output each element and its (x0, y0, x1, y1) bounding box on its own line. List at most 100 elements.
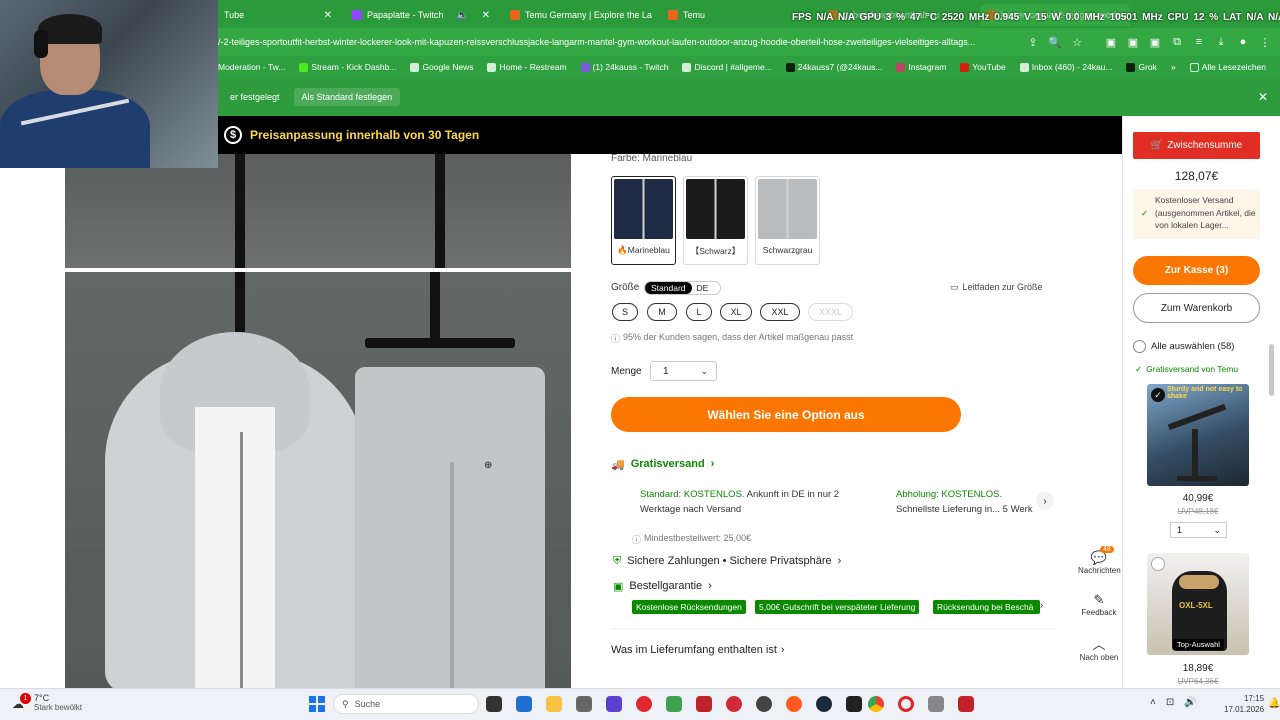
cart-item-qty-select[interactable]: 1 ⌄ (1170, 522, 1227, 538)
epic-games-icon[interactable] (846, 696, 862, 712)
windows-start-icon[interactable] (309, 696, 325, 712)
size-standard-tab[interactable]: Standard (645, 282, 692, 294)
checkout-button[interactable]: Zur Kasse (3) (1133, 256, 1260, 285)
chevron-right-icon: › (708, 580, 712, 592)
file-explorer-icon[interactable] (546, 696, 562, 712)
size-xxl[interactable]: XXL (760, 303, 800, 321)
package-contents-link[interactable]: Was im Lieferumfang enthalten ist › (611, 644, 785, 656)
checked-icon[interactable]: ✓ (1151, 388, 1165, 402)
chrome-icon[interactable] (868, 696, 884, 712)
app-icon[interactable] (516, 696, 532, 712)
cart-item-image[interactable]: ✓ Sturdy and not easy to shake (1147, 384, 1249, 486)
extension-icon[interactable]: ▣ (1148, 35, 1162, 49)
app-icon[interactable] (696, 696, 712, 712)
bookmark-item[interactable]: 24kauss7 (@24kaus... (785, 62, 882, 72)
puzzle-icon[interactable]: ⧉ (1170, 35, 1184, 49)
bookmark-item[interactable]: Instagram (896, 62, 946, 72)
subtotal-button[interactable]: 🛒 Zwischensumme (1133, 132, 1260, 159)
bookmark-star-icon[interactable]: ☆ (1070, 35, 1084, 49)
app-icon[interactable] (786, 696, 802, 712)
size-s[interactable]: S (612, 303, 638, 321)
task-view-icon[interactable] (486, 696, 502, 712)
bookmark-item[interactable]: (1) 24kauss - Twitch (580, 62, 668, 72)
obs-icon[interactable] (756, 696, 772, 712)
product-image-top[interactable] (65, 154, 571, 268)
profile-icon[interactable]: ● (1236, 35, 1250, 49)
chat-icon: 💬 48 (1078, 546, 1120, 566)
view-cart-button[interactable]: Zum Warenkorb (1133, 293, 1260, 323)
playlist-icon[interactable]: ≡ (1192, 35, 1206, 49)
share-icon[interactable]: ⇪ (1026, 35, 1040, 49)
bookmark-item[interactable]: Google News (410, 62, 473, 72)
system-tray[interactable]: ˄ ⊡ 🔊 (1150, 697, 1197, 708)
feedback-button[interactable]: ✎ Feedback (1078, 592, 1120, 617)
color-option-marineblau[interactable]: 🔥Marineblau (611, 176, 676, 265)
size-m[interactable]: M (647, 303, 677, 321)
download-icon[interactable]: ⤓ (1214, 35, 1228, 49)
volume-icon[interactable]: 🔊 (1184, 697, 1196, 708)
all-bookmarks[interactable]: Alle Lesezeichen (1189, 62, 1266, 72)
close-tab-icon[interactable]: ✕ (482, 10, 490, 21)
size-l[interactable]: L (686, 303, 712, 321)
order-guarantee-link[interactable]: ▣ Bestellgarantie › (613, 580, 712, 593)
cart-item-image[interactable]: OXL-5XL Top-Auswahl (1147, 553, 1249, 655)
bookmark-item[interactable]: Moderation - Tw... (218, 62, 285, 72)
menu-icon[interactable]: ⋮ (1258, 35, 1272, 49)
size-xl[interactable]: XL (720, 303, 752, 321)
chevron-up-icon[interactable]: ˄ (1150, 697, 1156, 708)
size-system-toggle[interactable]: Standard DE (644, 281, 721, 295)
extension-icon[interactable]: ▣ (1104, 35, 1118, 49)
tab-temu[interactable]: Temu (662, 4, 782, 26)
bookmark-item[interactable]: Home - Restream (487, 62, 567, 72)
messages-button[interactable]: 💬 48 Nachrichten (1078, 546, 1121, 575)
mute-icon[interactable]: 🔈 (456, 10, 468, 21)
close-tab-icon[interactable]: ✕ (324, 10, 332, 21)
weather-widget[interactable]: 1 ☁ 7°C Stark bewölkt (12, 693, 82, 713)
color-label: Farbe: Marineblau (611, 153, 693, 164)
steam-icon[interactable] (816, 696, 832, 712)
color-option-schwarzgrau[interactable]: Schwarzgrau (755, 176, 820, 265)
clock[interactable]: 17:15 17.01.2026 (1224, 693, 1264, 715)
app-icon[interactable] (666, 696, 682, 712)
color-option-schwarz[interactable]: 【Schwarz】 (683, 176, 748, 265)
size-guide-link[interactable]: ▭ Leitfaden zur Größe (950, 282, 1043, 293)
app-icon[interactable] (726, 696, 742, 712)
tab-temu-germany[interactable]: Temu Germany | Explore the La✕ (504, 4, 654, 26)
bookmark-item[interactable]: Inbox (460) - 24kau... (1019, 62, 1112, 72)
settings-icon[interactable] (928, 696, 944, 712)
chevron-right-icon[interactable]: › (1036, 492, 1054, 510)
free-shipping-link[interactable]: 🚚 Gratisversand › (611, 458, 714, 471)
app-icon[interactable] (958, 696, 974, 712)
back-to-top-button[interactable]: ︿ Nach oben (1078, 634, 1120, 662)
secure-payment-link[interactable]: ⛨ Sichere Zahlungen • Sichere Privatsphär… (613, 555, 841, 568)
size-de-tab[interactable]: DE (692, 282, 714, 294)
url-field[interactable]: /-2-teiliges-sportoutfit-herbst-winter-l… (218, 37, 1018, 47)
zoom-icon[interactable]: 🔍 (1048, 35, 1062, 49)
tab-youtube[interactable]: Tube ✕ (218, 4, 338, 26)
bookmark-item[interactable]: Discord | #allgeme... (682, 62, 772, 72)
product-image-main[interactable] (65, 272, 571, 688)
select-all-checkbox[interactable]: Alle auswählen (58) (1133, 340, 1234, 353)
taskbar-search[interactable]: ⚲ Suche (333, 694, 479, 714)
notifications-icon[interactable]: 🔔 (1268, 698, 1280, 709)
extension-icon[interactable]: ▣ (1126, 35, 1140, 49)
select-option-button[interactable]: Wählen Sie eine Option aus (611, 397, 961, 432)
guarantee-icon: ▣ (613, 581, 624, 593)
sidebar-scrollbar[interactable] (1269, 344, 1274, 396)
bookmark-item[interactable]: Grok (1126, 62, 1157, 72)
close-icon[interactable]: ✕ (1258, 90, 1268, 104)
network-icon[interactable]: ⊡ (1166, 697, 1174, 708)
checkbox-circle[interactable] (1133, 340, 1146, 353)
bookmark-item[interactable]: Stream - Kick Dashb... (299, 62, 396, 72)
qty-select[interactable]: 1 ⌄ (650, 361, 717, 381)
more-bookmarks-icon[interactable]: » (1171, 62, 1176, 72)
bookmark-item[interactable]: YouTube (960, 62, 1006, 72)
set-default-button[interactable]: Als Standard festlegen (293, 88, 401, 106)
opera-icon[interactable] (898, 696, 914, 712)
checkbox-circle[interactable] (1151, 557, 1165, 571)
app-icon[interactable] (606, 696, 622, 712)
chevron-right-icon[interactable]: › (1040, 600, 1043, 611)
mouse-app-icon[interactable] (576, 696, 592, 712)
tab-twitch[interactable]: Papaplatte - Twitch 🔈 ✕ (346, 4, 496, 26)
app-icon[interactable] (636, 696, 652, 712)
